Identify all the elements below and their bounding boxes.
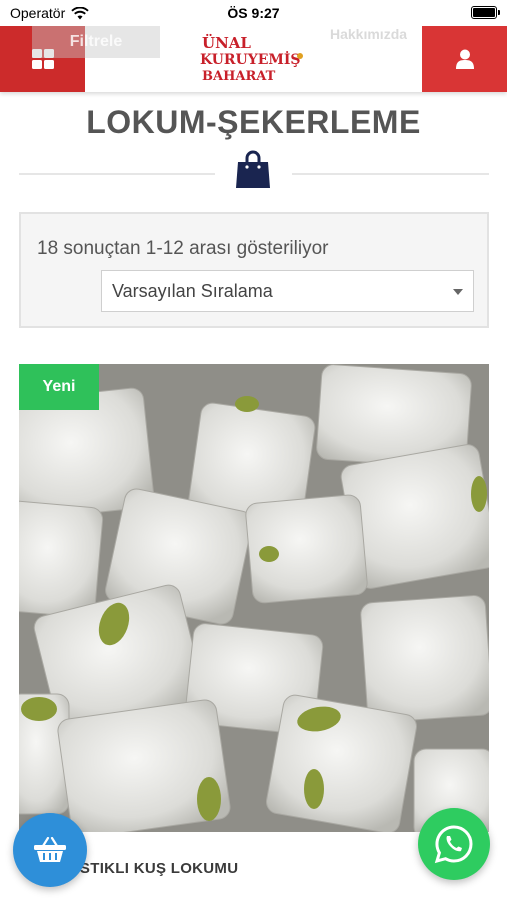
faded-filter-button: Filtrele xyxy=(32,26,160,58)
user-icon xyxy=(455,49,474,69)
whatsapp-floating-button[interactable] xyxy=(418,808,490,880)
faded-nav-link: Hakkımızda xyxy=(330,26,408,40)
new-badge: Yeni xyxy=(19,364,99,410)
site-logo[interactable]: ÜNAL KURUYEMİŞ BAHARAT xyxy=(198,32,310,86)
status-bar: Operatör ÖS 9:27 xyxy=(0,0,507,26)
results-toolbar: 18 sonuçtan 1-12 arası gösteriliyor Vars… xyxy=(19,212,489,328)
svg-text:BAHARAT: BAHARAT xyxy=(202,69,276,84)
site-header: Hakkımızda Filtrele ÜNAL KURUYEMİŞ BAHAR… xyxy=(0,26,507,92)
whatsapp-icon xyxy=(434,825,473,864)
carrier-name: Operatör xyxy=(10,5,66,21)
result-count-text: 18 sonuçtan 1-12 arası gösteriliyor xyxy=(37,238,329,259)
title-divider-right xyxy=(292,173,489,175)
sort-select[interactable]: Varsayılan Sıralama xyxy=(101,270,474,312)
sort-selected-label: Varsayılan Sıralama xyxy=(112,280,273,301)
battery-icon xyxy=(471,6,500,19)
product-name[interactable]: FISTIKLI KUŞ LOKUMU xyxy=(66,860,238,877)
svg-text:ÜNAL: ÜNAL xyxy=(202,33,251,52)
title-divider-left xyxy=(19,173,215,175)
user-account-button[interactable] xyxy=(422,26,507,92)
svg-text:KURUYEMİŞ: KURUYEMİŞ xyxy=(200,49,301,68)
status-carrier: Operatör xyxy=(10,5,89,21)
product-image xyxy=(19,364,489,832)
cart-floating-button[interactable] xyxy=(13,813,87,887)
basket-icon xyxy=(34,837,66,862)
product-card[interactable] xyxy=(19,364,489,832)
page-title: LOKUM-ŞEKERLEME xyxy=(86,104,421,140)
shopping-bag-icon xyxy=(236,150,270,188)
wifi-icon xyxy=(71,6,89,19)
chevron-down-icon xyxy=(453,289,463,295)
